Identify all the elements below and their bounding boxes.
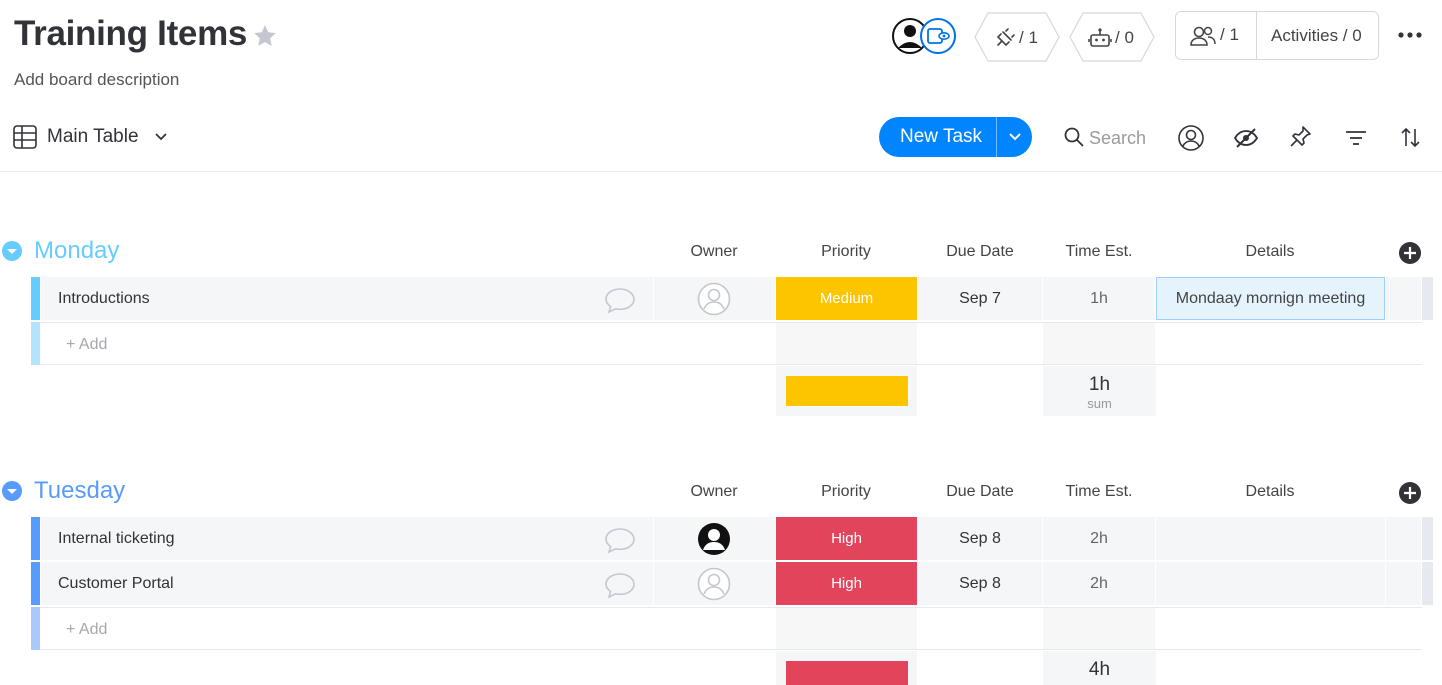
add-item-row[interactable]: + Add [31,322,1422,365]
more-options-icon[interactable] [1397,27,1423,43]
column-header-time-est[interactable]: Time Est. [1034,483,1164,501]
filter-icon[interactable] [1344,124,1368,152]
integrations-button[interactable]: / 1 [974,12,1060,62]
robot-icon [1088,27,1112,49]
column-header-details[interactable]: Details [1205,243,1335,261]
empty-cell [1043,608,1155,649]
due-date[interactable]: Sep 8 [917,562,1043,605]
group-collapse-toggle[interactable] [2,481,22,501]
empty-cell [776,323,917,364]
row-endcap [1422,562,1433,605]
details-cell[interactable] [1156,562,1385,605]
add-item-input[interactable]: + Add [66,336,107,354]
column-header-due-date[interactable]: Due Date [915,483,1045,501]
members-count[interactable]: / 1 [1220,25,1239,45]
priority-summary [776,366,917,416]
time-summary-label: sum [1087,396,1112,411]
column-header-priority[interactable]: Priority [781,243,911,261]
pin-icon[interactable] [1289,124,1313,152]
automations-button[interactable]: / 0 [1069,12,1155,62]
time-summary: 1h sum [1043,366,1156,416]
item-name[interactable]: Introductions [58,290,150,308]
chevron-down-icon[interactable] [154,131,168,143]
column-header-due-date[interactable]: Due Date [915,243,1045,261]
item-name[interactable]: Internal ticketing [58,530,175,548]
priority-summary [776,651,917,685]
sort-icon[interactable] [1399,124,1423,152]
group-title-tuesday[interactable]: Tuesday [34,477,125,505]
new-task-dropdown-icon[interactable] [1007,130,1023,144]
details-cell[interactable] [1156,517,1385,560]
table-row[interactable]: Internal ticketing High Sep 8 2h [31,517,1433,560]
empty-cell [776,608,917,649]
hide-columns-icon[interactable] [1233,124,1259,152]
column-header-priority[interactable]: Priority [781,483,911,501]
time-estimate[interactable]: 2h [1043,562,1155,605]
group-title-monday[interactable]: Monday [34,237,119,265]
person-filter-icon[interactable] [1177,124,1205,152]
time-summary-value: 1h [1088,374,1111,395]
row-color-bar [31,517,40,560]
due-date[interactable]: Sep 8 [917,517,1043,560]
comment-icon[interactable] [604,526,636,554]
toolbar-divider [0,171,1442,172]
add-item-row[interactable]: + Add [31,607,1422,650]
column-header-owner[interactable]: Owner [649,483,779,501]
priority-summary-bar [786,376,908,406]
priority-label[interactable]: High [776,562,917,605]
row-endcap [1422,517,1433,560]
time-estimate[interactable]: 2h [1043,517,1155,560]
comment-icon[interactable] [604,571,636,599]
spacer-cell [1386,517,1421,560]
add-item-input[interactable]: + Add [66,621,107,639]
automations-count: / 0 [1115,28,1134,47]
time-summary: 4h [1043,651,1156,685]
priority-label[interactable]: High [776,517,917,560]
view-selector[interactable]: Main Table [47,126,139,148]
row-endcap [1422,277,1433,320]
add-column-icon[interactable] [1399,242,1421,264]
details-text[interactable]: Mondaay mornign meeting [1156,277,1385,320]
comment-icon[interactable] [604,286,636,314]
search-input[interactable]: Search [1089,128,1146,149]
new-task-label: New Task [900,126,983,147]
group-collapse-toggle[interactable] [2,241,22,261]
column-header-details[interactable]: Details [1205,483,1335,501]
members-activities-box: / 1 Activities / 0 [1175,11,1379,60]
time-estimate[interactable]: 1h [1043,277,1155,320]
new-task-button[interactable]: New Task [879,117,1032,157]
priority-summary-bar [786,661,908,685]
people-icon[interactable] [1190,25,1216,47]
owner-empty-avatar-icon[interactable] [697,282,731,316]
due-date[interactable]: Sep 7 [917,277,1043,320]
item-name[interactable]: Customer Portal [58,575,174,593]
spacer-cell [1386,277,1421,320]
row-color-bar [31,277,40,320]
integrations-count: / 1 [1019,28,1038,47]
row-color-bar [31,322,40,365]
table-view-icon [13,125,37,149]
row-color-bar [31,607,40,650]
row-color-bar [31,562,40,605]
owner-avatar-icon[interactable] [697,522,731,556]
add-column-icon[interactable] [1399,482,1421,504]
owner-empty-avatar-icon[interactable] [697,567,731,601]
spacer-cell [1386,562,1421,605]
time-summary-value: 4h [1088,659,1111,680]
board-description[interactable]: Add board description [14,70,179,90]
plug-icon [994,27,1016,49]
search-icon[interactable] [1064,127,1084,147]
board-title[interactable]: Training Items [14,14,247,54]
empty-cell [1043,323,1155,364]
table-row[interactable]: Customer Portal High Sep 8 2h [31,562,1433,605]
column-header-time-est[interactable]: Time Est. [1034,243,1164,261]
priority-label[interactable]: Medium [776,277,917,320]
table-row[interactable]: Introductions Medium Sep 7 1h Mondaay mo… [31,277,1433,320]
board-subscribers[interactable] [892,16,958,56]
favorite-star-icon[interactable] [252,23,278,49]
activities-button[interactable]: Activities / 0 [1271,26,1362,46]
column-header-owner[interactable]: Owner [649,243,779,261]
